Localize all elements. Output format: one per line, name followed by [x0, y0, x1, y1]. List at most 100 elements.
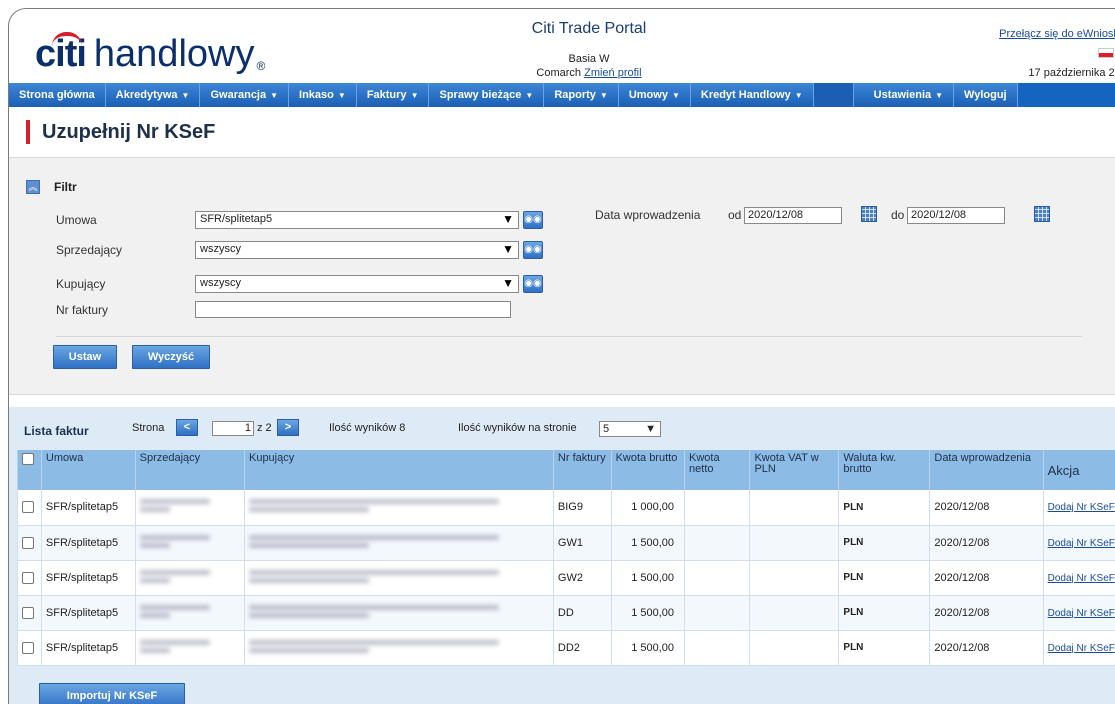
cell-nr-faktury: DD	[552, 595, 612, 631]
row-checkbox[interactable]	[22, 536, 34, 549]
sprzedajacy-search-binoculars-icon[interactable]: ◉◉	[523, 241, 543, 259]
cell-sprzedajacy-redacted	[134, 490, 245, 526]
chevron-down-icon: ▼	[525, 90, 534, 100]
nav-umowy[interactable]: Umowy ▼	[618, 83, 691, 107]
umowa-search-binoculars-icon[interactable]: ◉◉	[523, 211, 543, 229]
chevron-down-icon: ▼	[502, 242, 514, 256]
next-page-button[interactable]: >	[277, 419, 299, 436]
row-checkbox[interactable]	[22, 641, 34, 654]
date-to-input[interactable]: 2020/12/08	[907, 207, 1005, 224]
wyczysc-button[interactable]: Wyczyść	[132, 345, 210, 369]
row-checkbox[interactable]	[22, 501, 34, 514]
nr-faktury-input[interactable]	[195, 301, 511, 318]
calendar-to-icon[interactable]	[1034, 206, 1050, 222]
cell-kupujacy-redacted	[243, 490, 554, 526]
umowa-select[interactable]: SFR/splitetap5 ▼	[195, 211, 519, 229]
nav-inkaso[interactable]: Inkaso ▼	[289, 83, 357, 107]
cell-kwota-netto	[684, 630, 751, 666]
cell-sprzedajacy-redacted	[134, 560, 245, 596]
chevron-down-icon: ▼	[502, 212, 514, 226]
select-all-cell	[17, 450, 42, 490]
ustaw-button[interactable]: Ustaw	[53, 345, 117, 369]
lista-faktur-title: Lista faktur	[24, 424, 89, 438]
row-checkbox[interactable]	[22, 606, 34, 619]
chevron-down-icon: ▼	[410, 90, 419, 100]
dodaj-nr-ksef-link[interactable]: Dodaj Nr KSeF	[1048, 538, 1115, 549]
chevron-down-icon: ▼	[502, 276, 514, 290]
invoice-table: Umowa Sprzedający Kupujący Nr faktury Kw…	[17, 450, 1115, 666]
nav-strona-glowna[interactable]: Strona główna	[9, 83, 106, 107]
dodaj-nr-ksef-link[interactable]: Dodaj Nr KSeF	[1048, 573, 1115, 584]
col-kupujacy[interactable]: Kupujący	[243, 450, 554, 490]
app-window: citi handlowy ® Citi Trade Portal Basia …	[8, 8, 1115, 704]
calendar-from-icon[interactable]	[861, 206, 877, 222]
nav-sprawy-biezace[interactable]: Sprawy bieżące ▼	[429, 83, 545, 107]
cell-kwota-brutto: 1 500,00	[610, 525, 686, 561]
row-checkbox[interactable]	[22, 571, 34, 584]
col-kwota-vat[interactable]: Kwota VAT w PLN	[749, 450, 840, 490]
current-date: 17 października 2020	[1028, 67, 1115, 79]
cell-umowa: SFR/splitetap5	[40, 490, 136, 526]
filter-divider	[56, 336, 1082, 337]
cell-waluta: PLN	[838, 595, 931, 631]
collapse-filter-icon[interactable]: ︽	[26, 180, 40, 194]
table-header-row: Umowa Sprzedający Kupujący Nr faktury Kw…	[17, 450, 1115, 490]
cell-kwota-brutto: 1 500,00	[610, 630, 686, 666]
cell-kupujacy-redacted	[243, 630, 554, 666]
col-kwota-netto[interactable]: Kwota netto	[684, 450, 751, 490]
col-nr-faktury[interactable]: Nr faktury	[552, 450, 612, 490]
company-profile: Comarch Zmień profil	[489, 67, 689, 79]
cell-akcja: Dodaj Nr KSeF	[1042, 630, 1115, 666]
cell-sprzedajacy-redacted	[134, 595, 245, 631]
dodaj-nr-ksef-link[interactable]: Dodaj Nr KSeF	[1048, 608, 1115, 619]
dodaj-nr-ksef-link[interactable]: Dodaj Nr KSeF	[1048, 643, 1115, 654]
col-data-wprowadzenia[interactable]: Data wprowadzenia	[929, 450, 1044, 490]
cell-akcja: Dodaj Nr KSeF	[1042, 525, 1115, 561]
cell-waluta: PLN	[838, 630, 931, 666]
citi-handlowy-logo: citi handlowy ®	[35, 29, 265, 73]
chevron-down-icon: ▼	[270, 90, 279, 100]
nav-raporty[interactable]: Raporty ▼	[544, 83, 619, 107]
page-number-input[interactable]: 1	[212, 421, 254, 436]
logo-registered: ®	[256, 59, 266, 73]
page-of-label: z 2	[257, 422, 272, 434]
col-kwota-brutto[interactable]: Kwota brutto	[610, 450, 686, 490]
nav-ustawienia[interactable]: Ustawienia ▼	[853, 83, 955, 107]
select-all-checkbox[interactable]	[22, 453, 34, 465]
nav-gwarancja[interactable]: Gwarancja ▼	[200, 83, 290, 107]
chevron-down-icon: ▼	[671, 90, 680, 100]
cell-kwota-vat	[749, 630, 840, 666]
umowa-label: Umowa	[56, 213, 97, 227]
cell-sprzedajacy-redacted	[134, 630, 245, 666]
nav-wyloguj[interactable]: Wyloguj	[954, 83, 1018, 107]
sprzedajacy-label: Sprzedający	[56, 243, 123, 257]
cell-kwota-netto	[684, 525, 751, 561]
nav-akredytywa[interactable]: Akredytywa ▼	[105, 83, 201, 107]
kupujacy-search-binoculars-icon[interactable]: ◉◉	[523, 275, 543, 293]
kupujacy-select[interactable]: wszyscy ▼	[195, 275, 519, 293]
nav-faktury[interactable]: Faktury ▼	[356, 83, 430, 107]
cell-waluta: PLN	[838, 560, 931, 596]
importuj-nr-ksef-button[interactable]: Importuj Nr KSeF	[39, 683, 185, 704]
page-title: Uzupełnij Nr KSeF	[26, 120, 215, 144]
logo-citi: citi	[35, 32, 87, 75]
nav-kredyt-handlowy[interactable]: Kredyt Handlowy ▼	[690, 83, 814, 107]
cell-umowa: SFR/splitetap5	[40, 560, 136, 596]
change-profile-link[interactable]: Zmień profil	[584, 67, 641, 79]
col-umowa[interactable]: Umowa	[40, 450, 136, 490]
prev-page-button[interactable]: <	[176, 419, 198, 436]
user-name: Basia W	[568, 53, 610, 65]
col-sprzedajacy[interactable]: Sprzedający	[134, 450, 245, 490]
col-waluta[interactable]: Waluta kw. brutto	[838, 450, 931, 490]
table-row: SFR/splitetap5 GW2 1 500,00 PLN 2020/12/…	[17, 560, 1115, 596]
switch-ewnioski-link[interactable]: Przełącz się do eWniosków	[999, 28, 1115, 40]
cell-umowa: SFR/splitetap5	[40, 525, 136, 561]
date-from-input[interactable]: 2020/12/08	[744, 207, 842, 224]
table-row: SFR/splitetap5 DD2 1 500,00 PLN 2020/12/…	[17, 630, 1115, 666]
polish-flag-icon[interactable]	[1098, 48, 1114, 58]
sprzedajacy-select[interactable]: wszyscy ▼	[195, 241, 519, 259]
dodaj-nr-ksef-link[interactable]: Dodaj Nr KSeF	[1048, 502, 1115, 513]
cell-akcja: Dodaj Nr KSeF	[1042, 595, 1115, 631]
cell-kupujacy-redacted	[243, 595, 554, 631]
per-page-select[interactable]: 5 ▼	[599, 421, 661, 437]
